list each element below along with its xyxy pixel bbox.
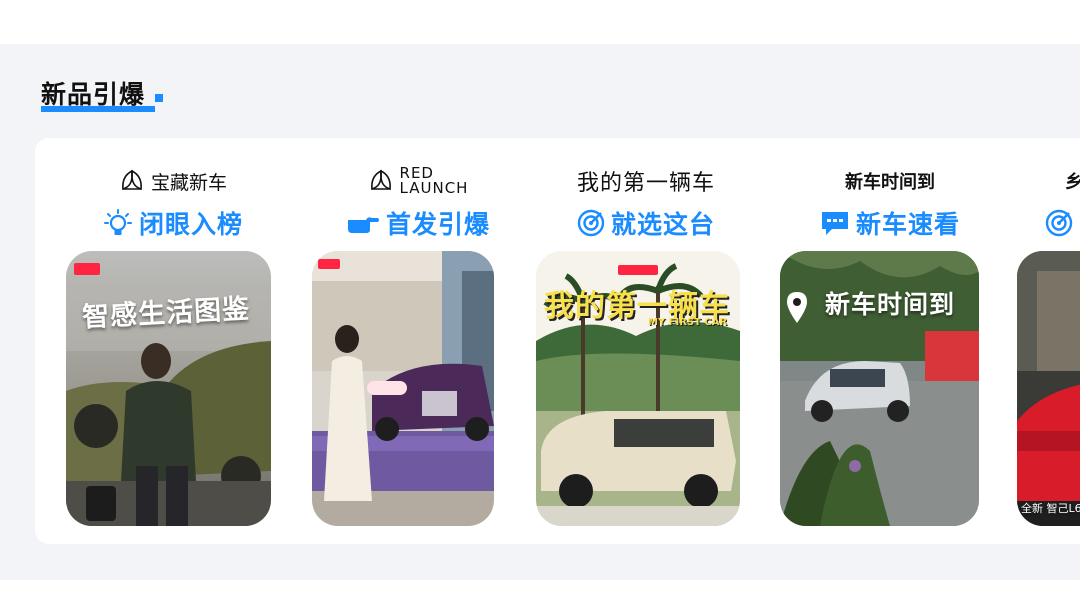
target-icon bbox=[577, 209, 605, 237]
poster-headline: 新车时间到 bbox=[825, 290, 956, 319]
tagline-text: 就选这台 bbox=[610, 210, 715, 239]
tagline-text: 闭眼入榜 bbox=[138, 210, 243, 239]
poster-thumbnail[interactable]: 智感生活图鉴 bbox=[66, 251, 271, 526]
red-leaf-logo-icon bbox=[122, 169, 142, 191]
poster-thumbnail[interactable]: 我的第一辆车 MY FIRST CAR bbox=[536, 251, 740, 526]
poster-caption: 全新 智己L6 bbox=[1021, 502, 1080, 515]
carousel-item-new-car-time[interactable]: 新车时间到 新车速看 新车时间到 bbox=[770, 138, 1010, 544]
poster-thumbnail[interactable] bbox=[312, 251, 494, 526]
brand-header: 新车时间到 bbox=[770, 164, 1010, 198]
carousel-item-partial[interactable]: 乡 全新 智己L6 bbox=[1007, 138, 1080, 544]
tagline bbox=[1045, 204, 1080, 242]
poster-subtitle: MY FIRST CAR bbox=[648, 317, 728, 328]
pointing-hand-icon bbox=[347, 217, 379, 233]
launch-carousel-card: 宝藏新车 闭眼入榜 智感生活图鉴 RED LAUNCH 首发引爆 我的第一辆车 … bbox=[35, 138, 1080, 544]
brand-header: 宝藏新车 bbox=[53, 164, 293, 198]
tagline: 首发引爆 bbox=[298, 204, 538, 242]
brand-name: 乡 bbox=[1065, 172, 1080, 193]
target-icon bbox=[1045, 209, 1073, 237]
red-leaf-logo-icon bbox=[370, 169, 391, 191]
chat-bubble-icon bbox=[821, 212, 848, 235]
tagline: 新车速看 bbox=[770, 204, 1010, 242]
tagline: 闭眼入榜 bbox=[53, 204, 293, 242]
title-underline bbox=[41, 106, 155, 112]
brand-header: RED LAUNCH bbox=[298, 164, 538, 198]
brand-name: RED LAUNCH bbox=[399, 164, 469, 197]
brand-name: 新车时间到 bbox=[845, 172, 935, 193]
carousel-item-red-launch[interactable]: RED LAUNCH 首发引爆 bbox=[298, 138, 538, 544]
tagline: 就选这台 bbox=[526, 204, 766, 242]
tagline-text: 新车速看 bbox=[855, 210, 960, 239]
brand-header: 我的第一辆车 bbox=[526, 164, 766, 198]
brand-name: 我的第一辆车 bbox=[576, 171, 715, 196]
tagline-text: 首发引爆 bbox=[385, 210, 490, 239]
poster-image bbox=[312, 251, 494, 526]
poster-thumbnail[interactable]: 全新 智己L6 bbox=[1017, 251, 1080, 526]
lightbulb-icon bbox=[103, 209, 132, 235]
brand-name: 宝藏新车 bbox=[150, 171, 227, 194]
carousel-item-treasure-car[interactable]: 宝藏新车 闭眼入榜 智感生活图鉴 bbox=[53, 138, 293, 544]
brand-header: 乡 bbox=[1065, 164, 1080, 198]
title-accent-dot bbox=[155, 94, 163, 102]
map-pin-icon bbox=[787, 292, 807, 323]
carousel-item-first-car[interactable]: 我的第一辆车 就选这台 我的第一辆车 MY FIRST CAR bbox=[526, 138, 766, 544]
poster-thumbnail[interactable]: 新车时间到 bbox=[780, 251, 979, 526]
poster-image bbox=[1017, 251, 1080, 526]
